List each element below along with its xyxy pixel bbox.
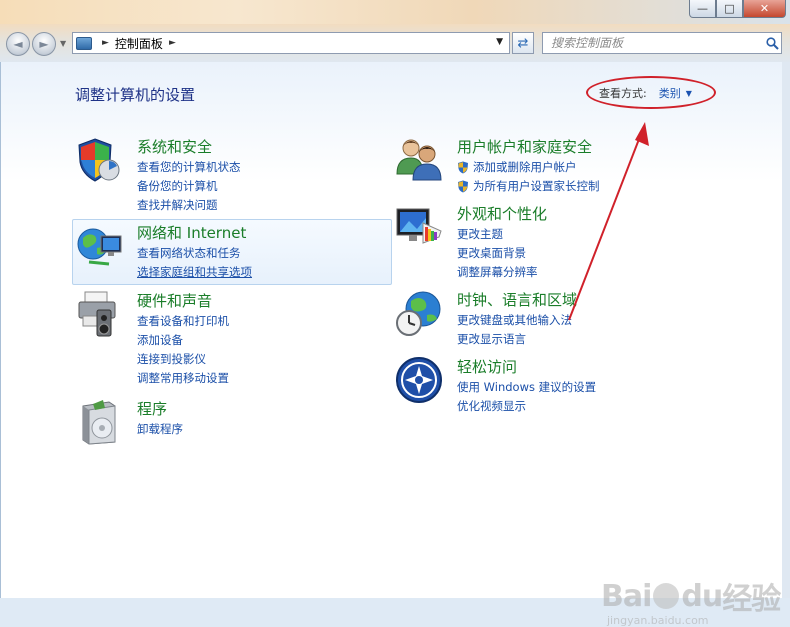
window-controls: — □ ✕ [689,0,786,18]
breadcrumb-control-panel[interactable]: 控制面板 [115,35,163,52]
address-separator-icon[interactable]: ► [102,38,109,48]
annotation-arrow [568,122,649,321]
search-input[interactable] [543,33,763,53]
back-arrow-icon: ◄ [13,37,23,51]
minimize-button[interactable]: — [689,0,716,18]
forward-arrow-icon: ► [39,37,49,51]
control-panel-icon [76,36,92,50]
address-bar[interactable]: ► 控制面板 ► ▼ [72,32,510,54]
address-dropdown-icon[interactable]: ▼ [496,37,503,47]
control-panel-content: 调整计算机的设置 查看方式: 类别 ▼ 系统和安全 查看您的计算机状态 备份您的… [0,62,783,627]
search-icon[interactable] [763,34,781,52]
refresh-button[interactable]: ⇄ [512,32,534,54]
title-bar: — □ ✕ [0,0,790,24]
maximize-button[interactable]: □ [716,0,743,18]
close-button[interactable]: ✕ [743,0,786,18]
watermark-brand: Bai [601,578,652,614]
back-button[interactable]: ◄ [6,32,30,56]
recent-pages-dropdown-icon[interactable]: ▼ [60,39,66,48]
baidu-watermark: Bai du 经验 jingyan.baidu.com [601,574,781,627]
watermark-brand-2: du [681,578,723,614]
baidu-paw-icon [653,583,680,609]
breadcrumb-chevron-icon[interactable]: ► [169,38,176,48]
watermark-brand-3: 经验 [722,582,781,617]
forward-button[interactable]: ► [32,32,56,56]
refresh-icon: ⇄ [517,35,529,51]
search-box[interactable] [542,32,782,54]
window-right-border [782,62,790,598]
navigation-bar: ◄ ► ▼ ► 控制面板 ► ▼ ⇄ [0,24,790,62]
